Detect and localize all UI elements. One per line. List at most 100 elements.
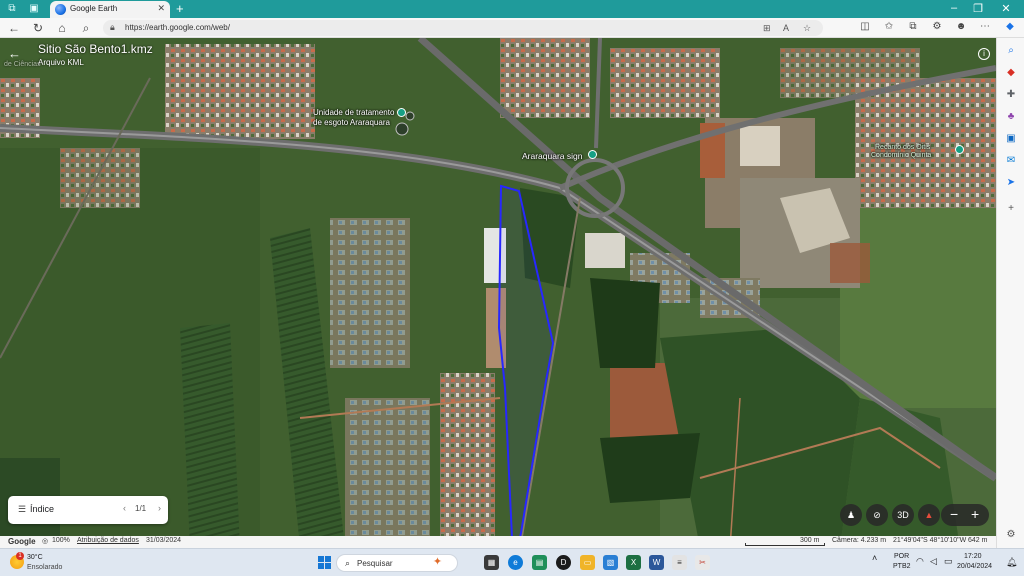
windows-start-icon[interactable]	[318, 556, 331, 569]
address-bar[interactable]: 🔒︎ https://earth.google.com/web/ ⊞ A ☆	[103, 20, 823, 36]
extensions-icon[interactable]: ⚙	[930, 21, 944, 32]
faded-place-label: de Ciências	[4, 61, 41, 68]
app-available-icon[interactable]: ⊞	[763, 23, 771, 34]
sidebar-settings-icon[interactable]: ⚙	[1003, 528, 1019, 542]
treatment-place-marker-icon[interactable]	[397, 108, 406, 117]
weather-condition[interactable]: Ensolarado	[27, 564, 62, 571]
place-label-recanto-line2[interactable]: Condomínio Quinta	[871, 152, 931, 159]
home-icon[interactable]: ⌂	[54, 20, 70, 36]
task-view-icon[interactable]: ▦	[484, 555, 499, 570]
url-text[interactable]: https://earth.google.com/web/	[125, 23, 230, 32]
sidebar-tools-icon[interactable]: ✚	[1003, 88, 1019, 102]
edge-browser-icon[interactable]: e	[508, 555, 523, 570]
my-location-icon[interactable]: ⊘	[866, 504, 888, 526]
place-label-araraquara-sign[interactable]: Araraquara sign	[522, 151, 582, 161]
close-kml-back-icon[interactable]: ←	[8, 46, 21, 61]
zoom-in-button[interactable]: +	[971, 506, 979, 522]
page-indicator: 1/1	[135, 504, 147, 513]
maximize-button[interactable]: ❐	[968, 2, 988, 15]
sidebar-send-icon[interactable]: ➤	[1003, 176, 1019, 190]
weather-temperature[interactable]: 30°C	[27, 554, 43, 561]
street-view-pegman-icon[interactable]: ♟	[840, 504, 862, 526]
place-label-treatment-line1[interactable]: Unidade de tratamento	[313, 108, 394, 117]
photos-app-icon[interactable]: ▧	[603, 555, 618, 570]
minimize-button[interactable]: –	[944, 2, 964, 14]
google-earth-favicon-icon	[55, 4, 66, 15]
weather-badge: 1	[16, 552, 24, 560]
next-page-icon[interactable]: ›	[158, 503, 161, 513]
tab-google-earth[interactable]: Google Earth ✕	[50, 1, 170, 18]
sidebar-search-icon[interactable]: ⌕	[1003, 44, 1019, 58]
snipping-tool-icon[interactable]: ✂	[695, 555, 710, 570]
sidebar-games-icon[interactable]: ♣	[1003, 110, 1019, 124]
tab-title: Google Earth	[70, 4, 118, 13]
zoom-control[interactable]: − +	[941, 504, 989, 526]
toggle-3d-button[interactable]: 3D	[892, 504, 914, 526]
zoom-percent: 100%	[52, 537, 70, 544]
favorites-icon[interactable]: ✩	[882, 21, 896, 32]
coordinates: 21°49'04"S 48°10'10"W	[893, 537, 967, 544]
sign-place-marker-icon[interactable]	[588, 150, 597, 159]
workspaces-icon[interactable]: ⧉	[6, 3, 18, 15]
notifications-icon[interactable]: 🔔︎	[1006, 557, 1017, 568]
sidebar-shopping-icon[interactable]: ◆	[1003, 66, 1019, 80]
navigation-bar: ← ↻ ⌂ ⌕ 🔒︎ https://earth.google.com/web/…	[0, 18, 1024, 38]
place-label-treatment-line2[interactable]: de esgoto Araraquara	[313, 118, 390, 127]
search-highlight-icon[interactable]: ✦	[430, 555, 445, 570]
windows-taskbar: 1 30°C Ensolarado ⌕ Pesquisar ✦ ▦ e ▤ D …	[0, 548, 1024, 576]
dell-app-icon[interactable]: D	[556, 555, 571, 570]
close-window-button[interactable]: ✕	[996, 2, 1016, 15]
profile-icon[interactable]: ☻	[954, 21, 968, 32]
compass-icon[interactable]: ▲	[918, 504, 940, 526]
excel-app-icon[interactable]: X	[626, 555, 641, 570]
elevation: 642 m	[968, 537, 988, 544]
kml-subtitle: Arquivo KML	[38, 58, 84, 67]
more-menu-icon[interactable]: ⋯	[978, 21, 992, 32]
show-hidden-icons[interactable]: ˄	[872, 553, 877, 563]
sidebar-add-icon[interactable]: +	[1003, 202, 1019, 216]
imagery-date: 31/03/2024	[146, 537, 182, 544]
kml-title: Sitio São Bento1.kmz	[38, 42, 153, 56]
index-panel[interactable]: ☰ Índice ‹ 1/1 ›	[8, 496, 168, 524]
satellite-imagery[interactable]	[0, 38, 996, 548]
wifi-icon[interactable]: ◠	[916, 556, 924, 567]
place-label-recanto-line1[interactable]: Recanto dos Oitis	[875, 144, 930, 151]
split-screen-icon[interactable]: ◫	[858, 21, 872, 32]
input-language-line2[interactable]: PTB2	[893, 563, 911, 570]
search-icon[interactable]: ⌕	[78, 20, 94, 36]
clock-date[interactable]: 20/04/2024	[957, 563, 992, 570]
google-brand: Google	[8, 537, 36, 546]
lock-icon[interactable]: 🔒︎	[110, 22, 115, 33]
earth-map-view[interactable]: ← Sitio São Bento1.kmz Arquivo KML de Ci…	[0, 38, 996, 548]
attribution-link[interactable]: Atribuição de dados	[77, 537, 139, 544]
globe-icon[interactable]: ◎	[42, 537, 48, 545]
clock-time[interactable]: 17:20	[964, 553, 982, 560]
new-tab-button[interactable]: +	[176, 1, 184, 16]
index-label[interactable]: Índice	[30, 504, 54, 514]
file-explorer-icon[interactable]: ▭	[580, 555, 595, 570]
recanto-place-marker-icon[interactable]	[955, 145, 964, 154]
close-tab-icon[interactable]: ✕	[157, 3, 165, 14]
list-icon: ☰	[18, 504, 27, 514]
zoom-out-button[interactable]: −	[950, 506, 958, 522]
copilot-icon[interactable]: ◆	[1003, 21, 1017, 32]
camera-altitude: Câmera: 4.233 m	[832, 537, 887, 544]
search-placeholder: Pesquisar	[357, 559, 393, 568]
notepad-app-icon[interactable]: ≡	[672, 555, 687, 570]
volume-icon[interactable]: ◁	[930, 556, 937, 567]
previous-page-icon[interactable]: ‹	[123, 503, 126, 513]
tab-actions-icon[interactable]: ▣	[28, 3, 40, 15]
sidebar-outlook-icon[interactable]: ✉	[1003, 154, 1019, 168]
input-language-line1[interactable]: POR	[894, 553, 909, 560]
back-button[interactable]: ←	[6, 20, 22, 36]
sidebar-office-icon[interactable]: ▣	[1003, 132, 1019, 146]
read-aloud-icon[interactable]: A	[783, 23, 789, 33]
info-icon[interactable]: i	[978, 48, 990, 60]
reload-button[interactable]: ↻	[30, 20, 46, 36]
collections-icon[interactable]: ⧉	[906, 21, 920, 32]
battery-icon[interactable]: ▭	[944, 556, 953, 567]
favorite-star-icon[interactable]: ☆	[803, 23, 811, 34]
scale-bar	[745, 543, 825, 546]
word-app-icon[interactable]: W	[649, 555, 664, 570]
store-app-icon[interactable]: ▤	[532, 555, 547, 570]
